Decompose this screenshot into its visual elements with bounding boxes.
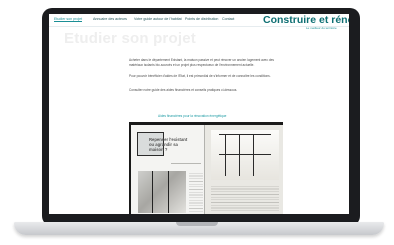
magazine-left-page: Repenser l'existant ou agrandir sa maiso… xyxy=(131,125,205,214)
nav-item-contact[interactable]: Contact xyxy=(222,17,234,21)
headline-rule xyxy=(171,163,201,165)
magazine-image: Repenser l'existant ou agrandir sa maiso… xyxy=(129,122,283,214)
aides-paragraph: Pour pouvoir bénéficier d'aides de l'Eta… xyxy=(129,74,271,78)
site-subtitle: Le meilleur du territoire xyxy=(306,26,337,30)
nav-item-annuaire[interactable]: Annuaire des acteurs xyxy=(93,17,127,21)
site-title[interactable]: Construire et rénover au Lu xyxy=(263,14,349,26)
laptop-screen: Etudier son projet Annuaire des acteurs … xyxy=(49,14,349,214)
magazine-headline: Repenser l'existant ou agrandir sa maiso… xyxy=(149,137,188,152)
aides-link[interactable]: Aides financières pour la rénovation éne… xyxy=(158,114,278,118)
article-text-block xyxy=(189,171,203,213)
laptop-notch xyxy=(176,222,218,226)
intro-paragraph: Acheter dans le département Existant, la… xyxy=(129,58,274,67)
nav-item-guide[interactable]: Votre guide autour de l'habitat xyxy=(134,17,182,21)
page-title: Etudier son projet xyxy=(64,30,196,47)
interior-photo xyxy=(138,171,186,213)
nav-item-points[interactable]: Points de distribution xyxy=(185,17,218,21)
nav-item-etudier[interactable]: Etudier son projet xyxy=(54,17,83,22)
article-text-block-right xyxy=(211,184,279,212)
main-navigation: Etudier son projet Annuaire des acteurs … xyxy=(49,14,349,30)
glass-partition-photo xyxy=(211,130,279,180)
guide-paragraph: Consulter notre guide des aides financiè… xyxy=(129,88,238,92)
